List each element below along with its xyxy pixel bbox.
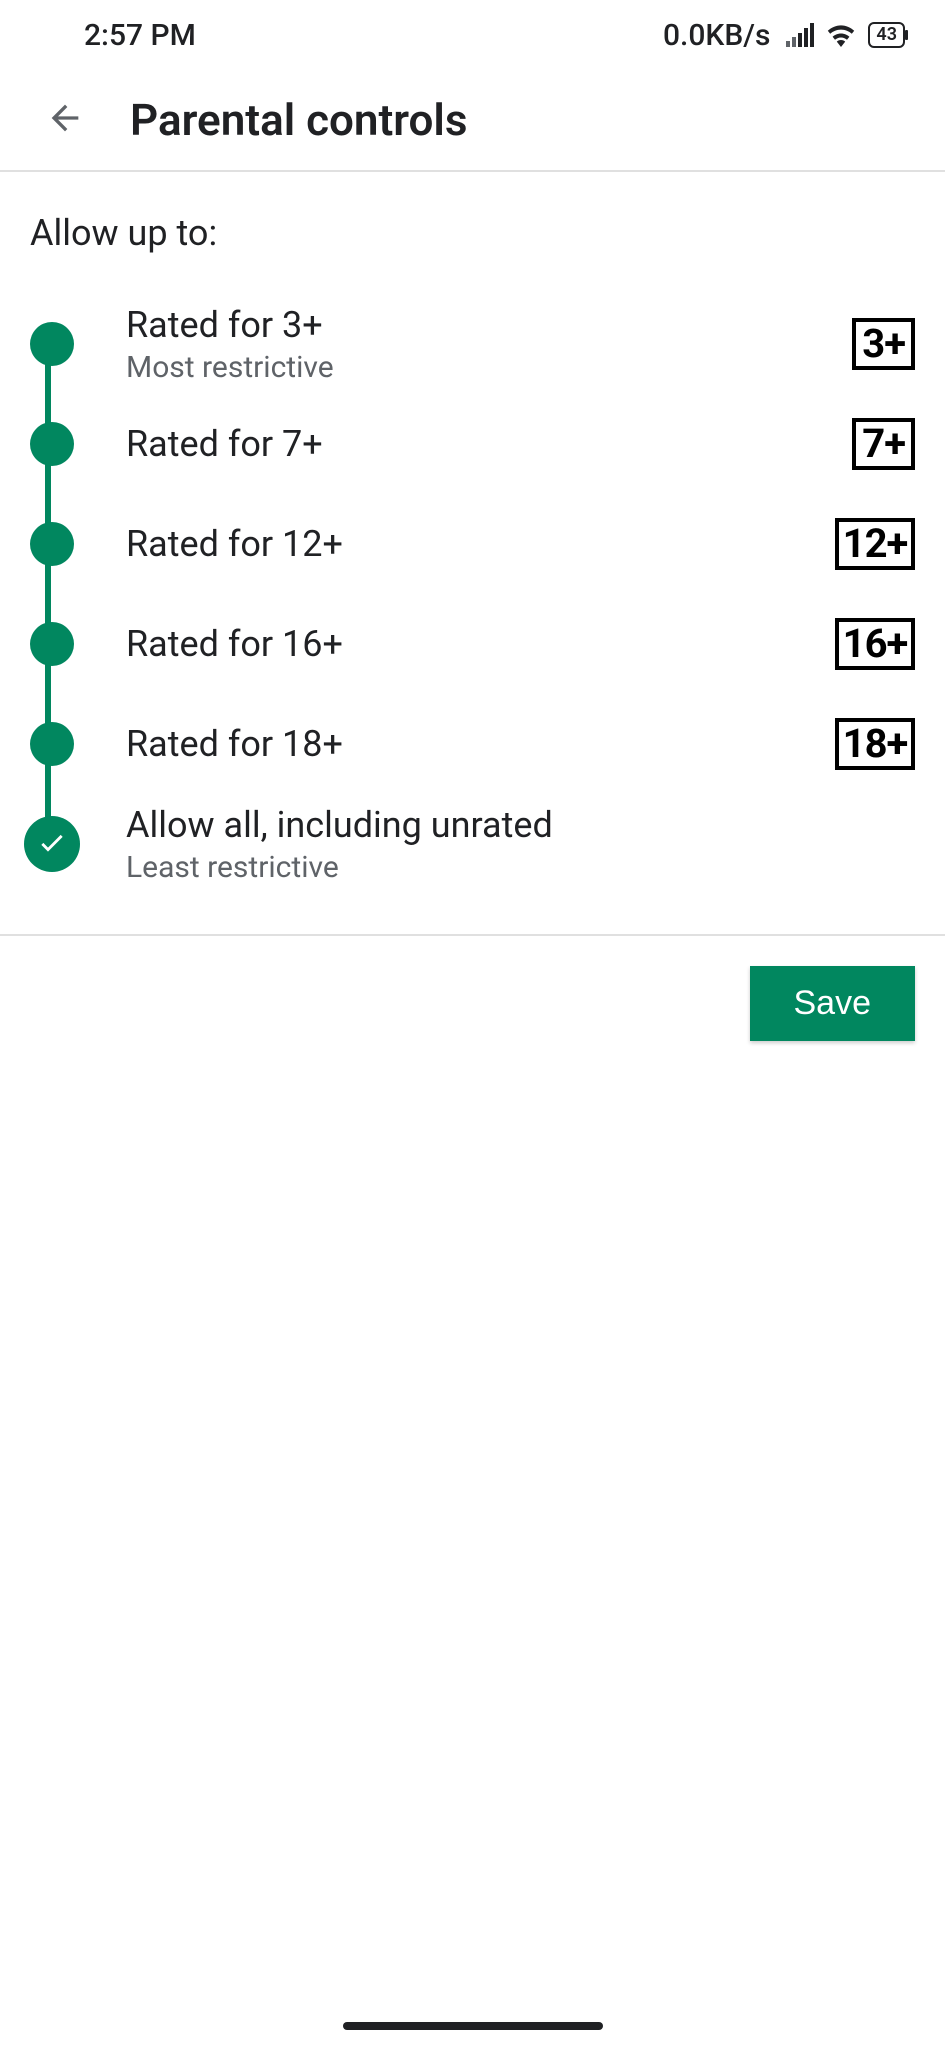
wifi-icon [826,23,856,47]
home-indicator[interactable] [343,2022,603,2030]
rating-badge-icon: 18+ [835,718,915,770]
section-heading: Allow up to: [0,172,945,284]
rating-title: Rated for 18+ [126,722,815,767]
rating-badge-icon: 7+ [852,418,915,470]
back-button[interactable] [30,85,100,155]
rating-node-icon [30,422,74,466]
rating-option-allow-all[interactable]: Allow all, including unrated Least restr… [30,794,915,894]
rating-badge-icon: 16+ [835,618,915,670]
rating-node-selected-icon [24,816,80,872]
rating-title: Rated for 12+ [126,522,815,567]
save-button[interactable]: Save [750,966,916,1041]
rating-option-18plus[interactable]: Rated for 18+ 18+ [30,694,915,794]
rating-label-col: Rated for 3+ Most restrictive [126,303,835,385]
rating-option-12plus[interactable]: Rated for 12+ 12+ [30,494,915,594]
status-time: 2:57 PM [84,18,196,53]
status-right: 0.0KB/s 43 [663,18,905,53]
status-bar: 2:57 PM 0.0KB/s 43 [0,0,945,70]
arrow-left-icon [45,98,85,142]
rating-label-col: Rated for 12+ [126,522,835,567]
rating-title: Rated for 16+ [126,622,815,667]
battery-icon: 43 [868,22,905,48]
rating-node-icon [30,322,74,366]
rating-badge-icon: 3+ [852,318,915,370]
rating-subtitle: Most restrictive [126,350,815,385]
rating-label-col: Rated for 7+ [126,422,835,467]
rating-label-col: Rated for 18+ [126,722,835,767]
rating-label-col: Allow all, including unrated Least restr… [126,803,835,885]
rating-label-col: Rated for 16+ [126,622,835,667]
rating-badge-icon: 12+ [835,518,915,570]
action-row: Save [0,936,945,1041]
cellular-signal-icon [786,23,814,47]
rating-node-icon [30,522,74,566]
rating-option-3plus[interactable]: Rated for 3+ Most restrictive 3+ [30,294,915,394]
network-speed: 0.0KB/s [663,18,770,53]
rating-subtitle: Least restrictive [126,850,815,885]
rating-option-7plus[interactable]: Rated for 7+ 7+ [30,394,915,494]
rating-title: Rated for 7+ [126,422,815,467]
rating-title: Allow all, including unrated [126,803,815,848]
rating-node-icon [30,722,74,766]
page-title: Parental controls [130,94,467,146]
rating-list: Rated for 3+ Most restrictive 3+ Rated f… [0,284,945,934]
check-icon [36,826,68,862]
app-bar: Parental controls [0,70,945,172]
rating-title: Rated for 3+ [126,303,815,348]
rating-node-icon [30,622,74,666]
rating-option-16plus[interactable]: Rated for 16+ 16+ [30,594,915,694]
